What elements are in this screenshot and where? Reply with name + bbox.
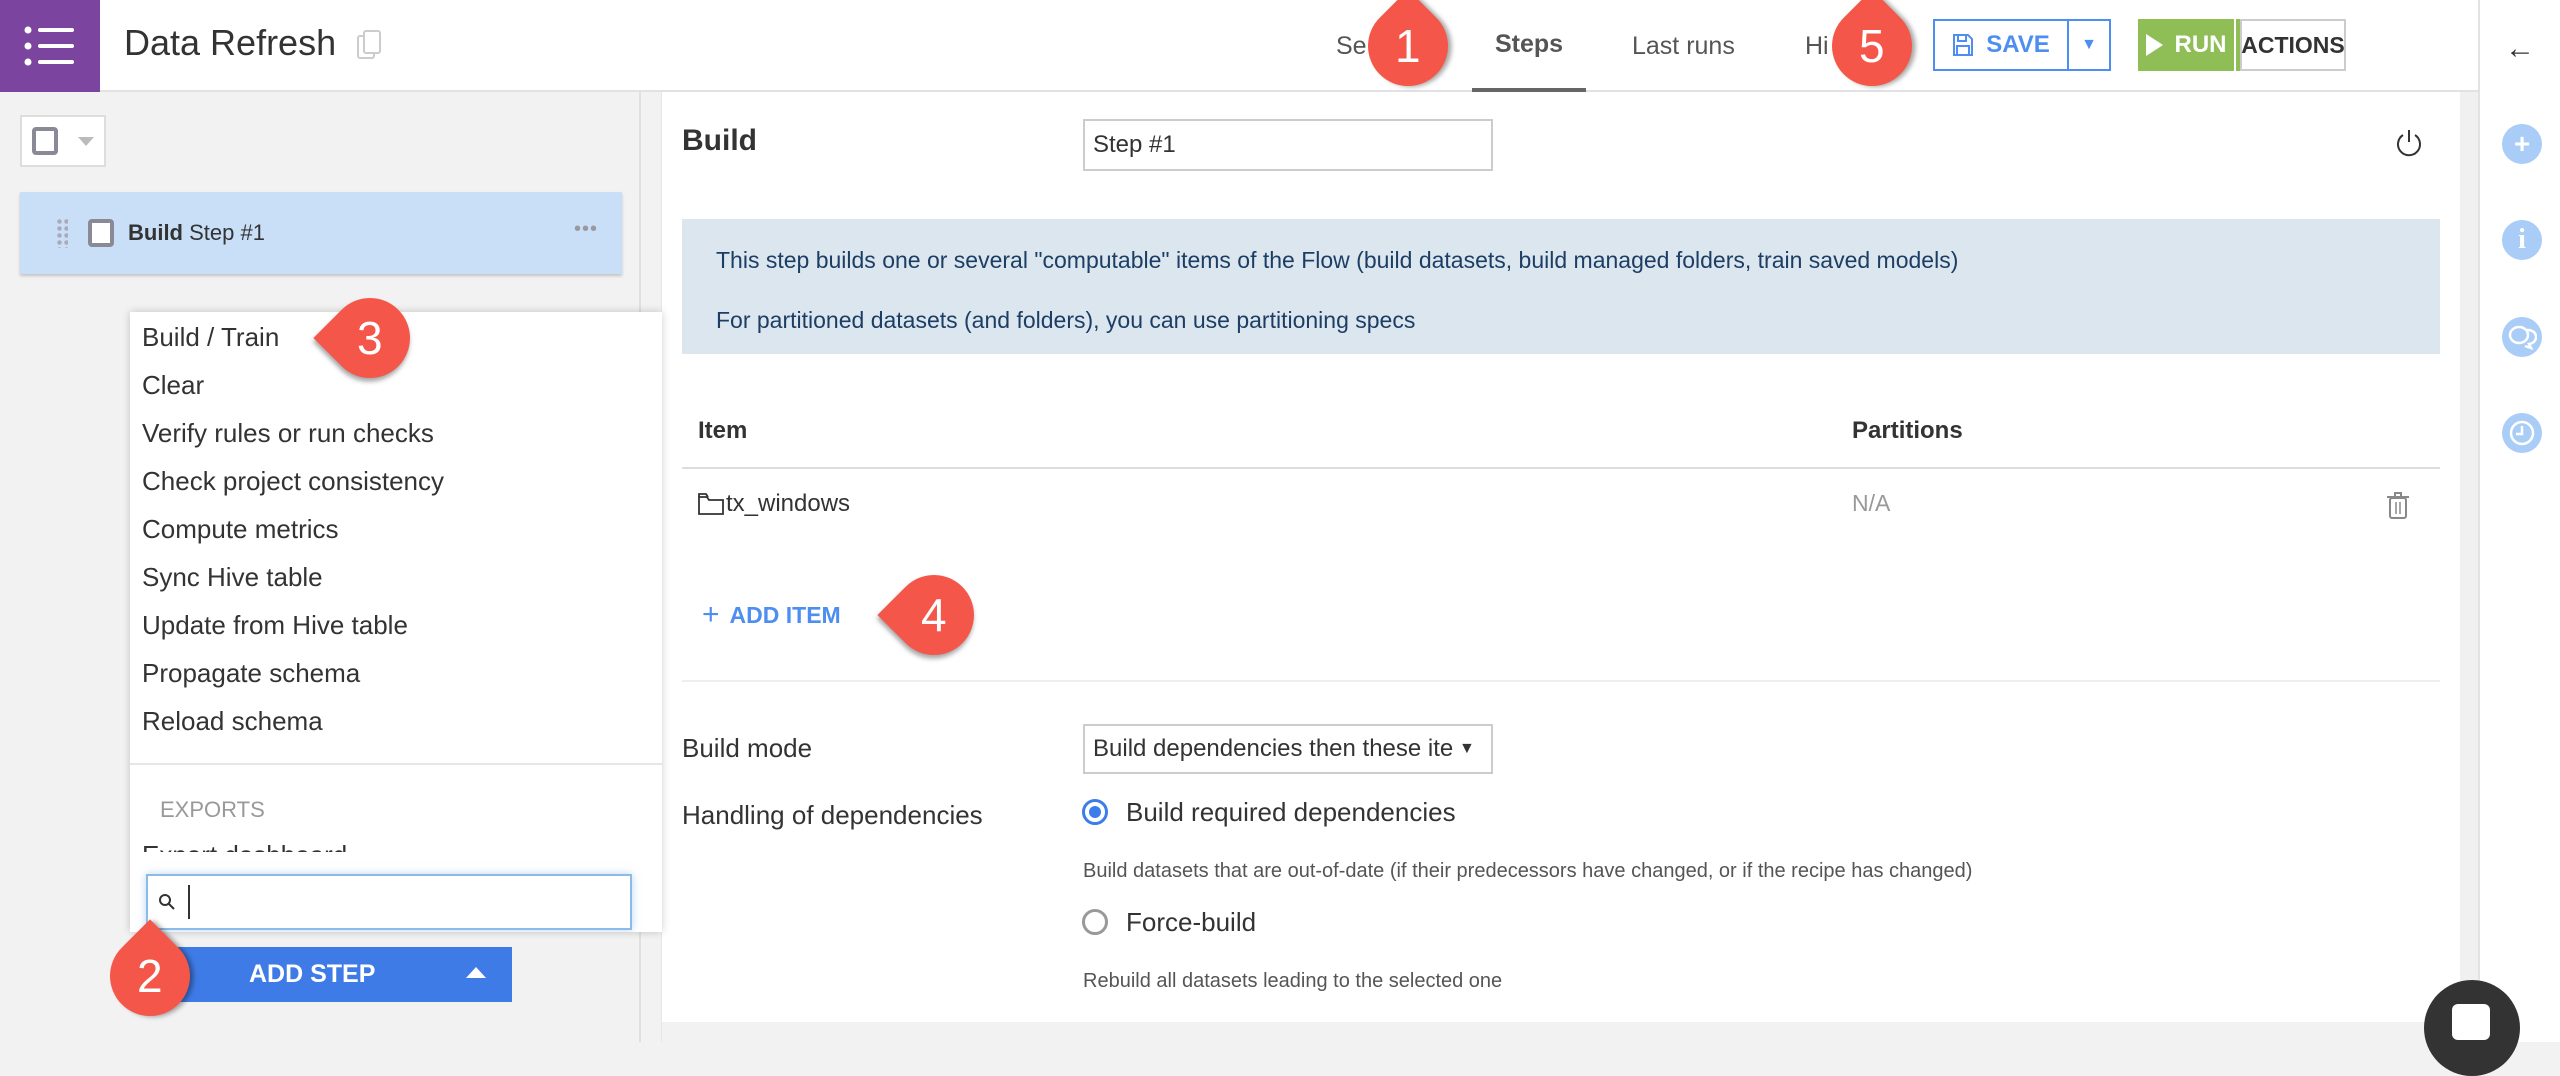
- radio-label: Force-build: [1126, 907, 1257, 937]
- caret-down-icon: ▼: [1459, 740, 1475, 757]
- step-list-item[interactable]: Build Step #1 •••: [20, 192, 622, 274]
- add-step-label: ADD STEP: [249, 960, 376, 988]
- column-header-partitions: Partitions: [1852, 417, 1963, 444]
- step-type-title: Build: [682, 124, 757, 157]
- table-header-divider: [682, 467, 2440, 469]
- main-menu-button[interactable]: [0, 0, 100, 92]
- info-line: This step builds one or several "computa…: [716, 247, 1959, 273]
- radio-label: Build required dependencies: [1126, 797, 1456, 827]
- add-item-button[interactable]: + ADD ITEM: [702, 598, 841, 632]
- add-item-label: ADD ITEM: [729, 601, 841, 628]
- info-line: For partitioned datasets (and folders), …: [716, 307, 1416, 333]
- build-mode-value: Build dependencies then these items: [1093, 735, 1453, 762]
- save-dropdown-toggle[interactable]: ▼: [2069, 21, 2109, 69]
- radio-build-required[interactable]: [1082, 799, 1108, 825]
- menu-item-sync-hive[interactable]: Sync Hive table: [142, 562, 323, 593]
- save-label: SAVE: [1986, 31, 2050, 58]
- power-toggle-icon[interactable]: [2394, 128, 2424, 158]
- run-label: RUN: [2174, 31, 2227, 58]
- step-type: Build: [128, 220, 183, 245]
- table-row-item: tx_windows: [698, 490, 850, 518]
- save-button[interactable]: SAVE: [1935, 21, 2069, 69]
- step-search-box[interactable]: [146, 874, 632, 930]
- bottom-gutter: [662, 1022, 2478, 1042]
- radio-help-text: Rebuild all datasets leading to the sele…: [1083, 970, 1503, 992]
- radio-help-text: Build datasets that are out-of-date (if …: [1083, 860, 1973, 882]
- menu-item-verify-rules[interactable]: Verify rules or run checks: [142, 418, 434, 449]
- floppy-disk-icon: [1953, 34, 1974, 56]
- section-divider: [682, 680, 2440, 682]
- menu-item-propagate-schema[interactable]: Propagate schema: [142, 658, 360, 689]
- step-name-input[interactable]: [1083, 119, 1493, 171]
- run-button[interactable]: RUN: [2138, 19, 2234, 71]
- folder-icon: [698, 493, 724, 515]
- menu-item-build-train[interactable]: Build / Train: [142, 322, 279, 353]
- build-mode-select[interactable]: Build dependencies then these items ▼: [1083, 724, 1493, 774]
- trash-icon[interactable]: [2386, 490, 2410, 520]
- drag-handle-icon[interactable]: [56, 218, 68, 248]
- main-scrollbar[interactable]: [2460, 92, 2478, 1022]
- actions-button[interactable]: ACTIONS: [2240, 19, 2346, 71]
- caret-down-icon: [78, 136, 94, 146]
- chat-icon: [2452, 1004, 2490, 1040]
- step-search-input[interactable]: [188, 885, 608, 919]
- column-header-item: Item: [698, 417, 748, 444]
- tab-steps[interactable]: Steps: [1472, 0, 1586, 92]
- table-row-partitions: N/A: [1852, 490, 1891, 516]
- radio-force-build[interactable]: [1082, 909, 1108, 935]
- list-menu-icon: [24, 26, 74, 66]
- menu-item-clear[interactable]: Clear: [142, 370, 204, 401]
- add-step-menu: Build / Train Clear Verify rules or run …: [130, 312, 662, 932]
- copy-icon[interactable]: [356, 30, 382, 60]
- search-icon: [159, 894, 175, 910]
- plus-icon: +: [702, 598, 720, 631]
- menu-item-compute-metrics[interactable]: Compute metrics: [142, 514, 339, 545]
- info-box: This step builds one or several "computa…: [682, 219, 2440, 354]
- plus-icon[interactable]: +: [2502, 124, 2542, 164]
- save-button-group: SAVE ▼: [1933, 19, 2111, 71]
- tab-settings[interactable]: Se: [1336, 0, 1367, 92]
- menu-divider: [130, 763, 662, 765]
- play-icon: [2145, 34, 2163, 56]
- menu-section-exports: EXPORTS: [160, 797, 265, 822]
- item-name: tx_windows: [726, 490, 851, 517]
- build-mode-label: Build mode: [682, 733, 813, 763]
- dependencies-label: Handling of dependencies: [682, 800, 983, 830]
- scenario-title: Data Refresh: [124, 22, 337, 63]
- top-header: Data Refresh Se Steps Last runs Hi SAVE …: [0, 0, 2478, 92]
- step-name: Step #1: [189, 220, 265, 245]
- tab-last-runs[interactable]: Last runs: [1632, 0, 1735, 92]
- menu-item-check-consistency[interactable]: Check project consistency: [142, 466, 444, 497]
- menu-item-update-hive[interactable]: Update from Hive table: [142, 610, 408, 641]
- select-all-dropdown[interactable]: [20, 115, 106, 167]
- caret-up-icon: [466, 967, 486, 978]
- caret-down-icon: ▼: [2081, 36, 2097, 53]
- select-all-checkbox[interactable]: [32, 127, 58, 155]
- more-options-icon[interactable]: •••: [574, 218, 598, 241]
- step-checkbox[interactable]: [88, 219, 114, 247]
- step-label: Build Step #1: [128, 220, 265, 246]
- menu-item-reload-schema[interactable]: Reload schema: [142, 706, 323, 737]
- discussions-icon[interactable]: [2502, 317, 2542, 357]
- history-clock-icon[interactable]: [2502, 413, 2542, 453]
- arrow-left-icon[interactable]: ←: [2505, 32, 2535, 66]
- info-icon[interactable]: i: [2502, 220, 2542, 260]
- add-step-button[interactable]: ADD STEP: [165, 947, 512, 1002]
